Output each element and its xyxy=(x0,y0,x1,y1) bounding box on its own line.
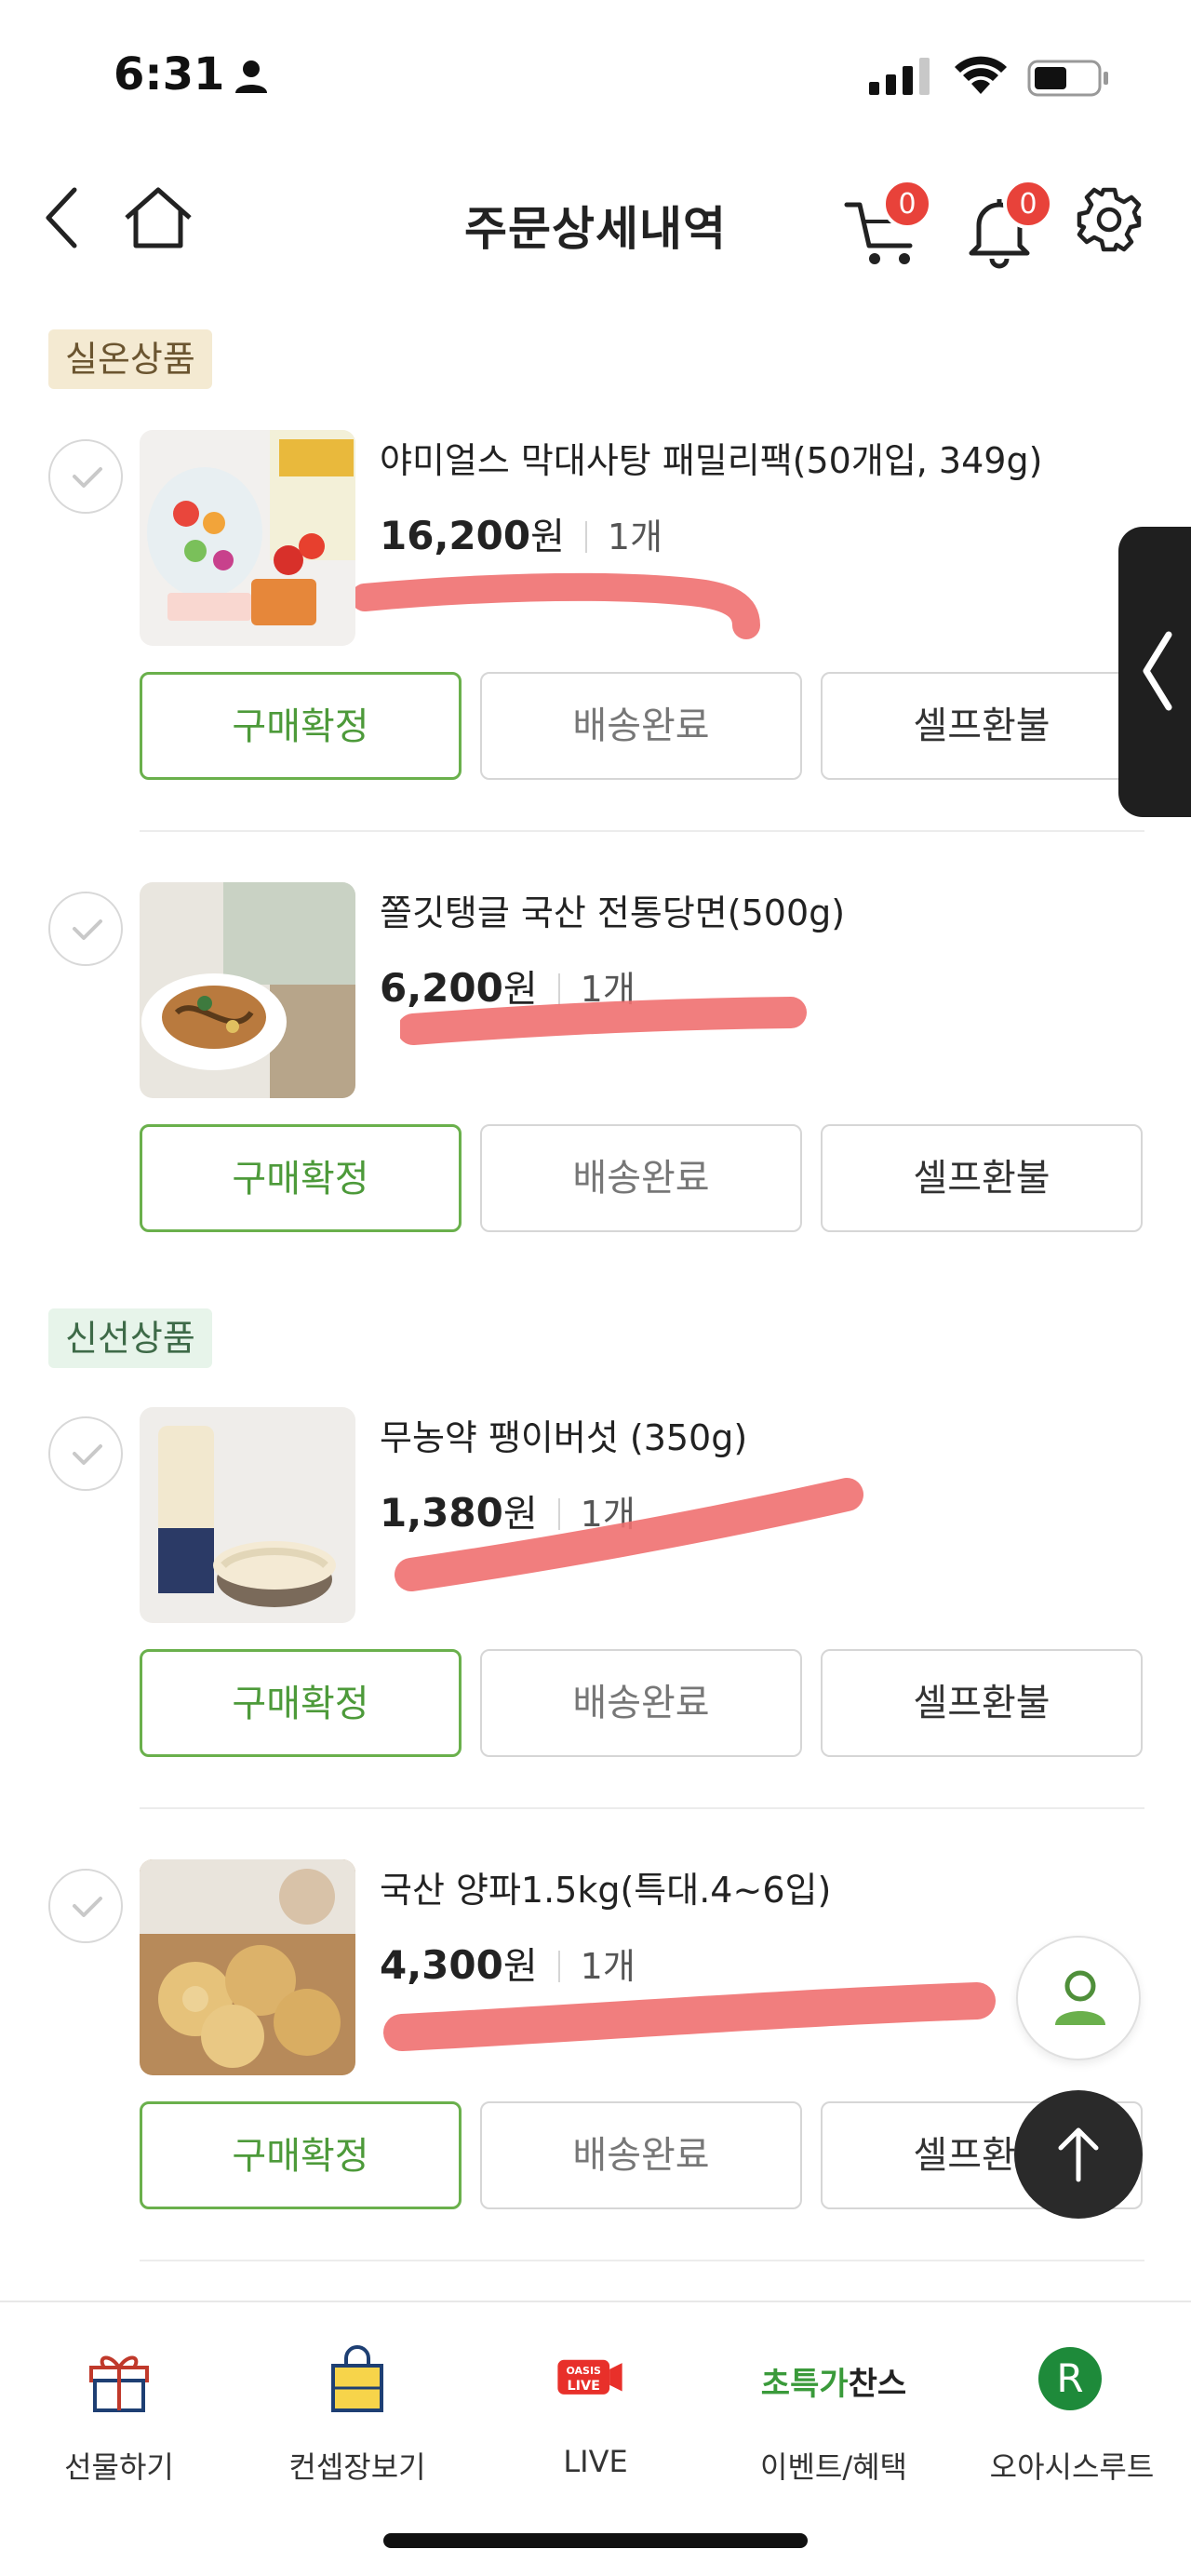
my-profile-floating-button[interactable] xyxy=(1016,1936,1141,2060)
item-divider xyxy=(140,830,1144,832)
item-divider xyxy=(140,2260,1144,2261)
event-icon-text-b: 찬스 xyxy=(848,2366,907,2403)
self-refund-button[interactable]: 셀프환불 xyxy=(821,672,1143,780)
person-icon xyxy=(235,60,267,93)
delivery-status-button[interactable]: 배송완료 xyxy=(480,672,802,780)
item-divider xyxy=(140,1807,1144,1809)
arrow-up-icon xyxy=(1058,2127,1099,2182)
notification-button[interactable]: 0 xyxy=(964,179,1053,269)
redaction-mark xyxy=(400,997,807,1045)
oasis-live-icon: OASIS LIVE xyxy=(557,2359,622,2395)
nav-label: 오아시스루트 xyxy=(989,2449,1155,2485)
side-drawer-tab[interactable] xyxy=(1118,527,1191,817)
select-checkbox[interactable] xyxy=(48,439,123,514)
section-tag-fresh: 신선상품 xyxy=(48,1308,212,1368)
nav-live[interactable]: OASIS LIVE LIVE xyxy=(476,2343,715,2492)
delivery-status-button[interactable]: 배송완료 xyxy=(480,1649,802,1757)
product-image[interactable] xyxy=(140,1407,355,1623)
product-price: 16,200 xyxy=(380,513,531,558)
nav-event[interactable]: 초특가찬스 이벤트/혜택 xyxy=(715,2343,953,2492)
check-icon xyxy=(73,1897,102,1917)
nav-oasis-route[interactable]: R 오아시스루트 xyxy=(953,2343,1191,2492)
delivery-status-button[interactable]: 배송완료 xyxy=(480,2101,802,2209)
chance-deal-icon: 초특가찬스 xyxy=(748,2358,919,2405)
person-icon xyxy=(1055,1970,1105,2025)
confirm-purchase-button[interactable]: 구매확정 xyxy=(140,1649,462,1757)
redaction-mark xyxy=(383,1982,996,2051)
nav-label: 이벤트/혜택 xyxy=(760,2449,907,2485)
self-refund-button[interactable]: 셀프환불 xyxy=(821,1649,1143,1757)
redaction-mark xyxy=(395,1478,863,1591)
product-name[interactable]: 야미얼스 막대사탕 패밀리팩(50개입, 349g) xyxy=(380,432,1042,483)
price-separator xyxy=(584,521,587,553)
live-badge-bottom: LIVE xyxy=(568,2379,600,2394)
notification-count-badge: 0 xyxy=(1003,179,1053,229)
self-refund-button[interactable]: 셀프환불 xyxy=(821,1124,1143,1232)
home-indicator xyxy=(383,2533,808,2548)
cart-count-badge: 0 xyxy=(882,179,932,229)
product-name[interactable]: 국산 양파1.5kg(특대.4~6입) xyxy=(380,1861,831,1912)
select-checkbox[interactable] xyxy=(48,892,123,966)
delivery-status-button[interactable]: 배송완료 xyxy=(480,1124,802,1232)
product-image[interactable] xyxy=(140,882,355,1098)
nav-label: 컨셉장보기 xyxy=(288,2449,426,2485)
check-icon xyxy=(73,919,102,940)
order-item: 야미얼스 막대사탕 패밀리팩(50개입, 349g) 16,200원 1개 구매확… xyxy=(0,430,1191,821)
order-item: 쫄깃탱글 국산 전통당면(500g) 6,200원 1개 구매확정 배송완료 셀프… xyxy=(0,882,1191,1273)
check-icon xyxy=(73,467,102,488)
cart-button[interactable]: 0 xyxy=(843,179,932,264)
event-icon-text-a: 초특가 xyxy=(760,2366,849,2403)
check-icon xyxy=(73,1444,102,1465)
status-bar: 6:31 xyxy=(0,0,1191,149)
gear-icon[interactable] xyxy=(1076,186,1143,253)
product-image[interactable] xyxy=(140,1859,355,2075)
section-tag-room-temperature: 실온상품 xyxy=(48,329,212,389)
status-time: 6:31 xyxy=(114,48,225,101)
product-name[interactable]: 쫄깃탱글 국산 전통당면(500g) xyxy=(380,884,845,935)
app-header: 주문상세내역 0 0 xyxy=(0,158,1191,279)
nav-concept-shopping[interactable]: 컨셉장보기 xyxy=(238,2343,476,2492)
shopping-bag-icon xyxy=(331,2345,383,2412)
order-item: 국산 양파1.5kg(특대.4~6입) 4,300원 1개 구매확정 배송완료 셀… xyxy=(0,1859,1191,2250)
oasis-route-icon: R xyxy=(1038,2347,1102,2410)
wifi-icon xyxy=(955,56,1007,94)
select-checkbox[interactable] xyxy=(48,1869,123,1943)
chevron-left-icon xyxy=(1143,631,1172,711)
confirm-purchase-button[interactable]: 구매확정 xyxy=(140,2101,462,2209)
currency-unit: 원 xyxy=(530,516,565,558)
order-item: 무농약 팽이버섯 (350g) 1,380원 1개 구매확정 배송완료 셀프환불 xyxy=(0,1407,1191,1798)
confirm-purchase-button[interactable]: 구매확정 xyxy=(140,1124,462,1232)
nav-label: LIVE xyxy=(563,2444,628,2479)
price-row: 16,200원 1개 xyxy=(380,506,662,560)
product-image[interactable] xyxy=(140,430,355,646)
cellular-signal-icon xyxy=(869,58,930,95)
live-badge-top: OASIS xyxy=(567,2365,601,2377)
select-checkbox[interactable] xyxy=(48,1416,123,1491)
scroll-to-top-button[interactable] xyxy=(1014,2090,1143,2219)
product-quantity: 1개 xyxy=(607,517,663,557)
nav-label: 선물하기 xyxy=(64,2449,174,2485)
redaction-mark xyxy=(355,572,760,639)
gift-icon xyxy=(89,2355,149,2412)
confirm-purchase-button[interactable]: 구매확정 xyxy=(140,672,462,780)
product-name[interactable]: 무농약 팽이버섯 (350g) xyxy=(380,1409,747,1460)
nav-gift[interactable]: 선물하기 xyxy=(0,2343,238,2492)
battery-icon xyxy=(1027,60,1108,97)
